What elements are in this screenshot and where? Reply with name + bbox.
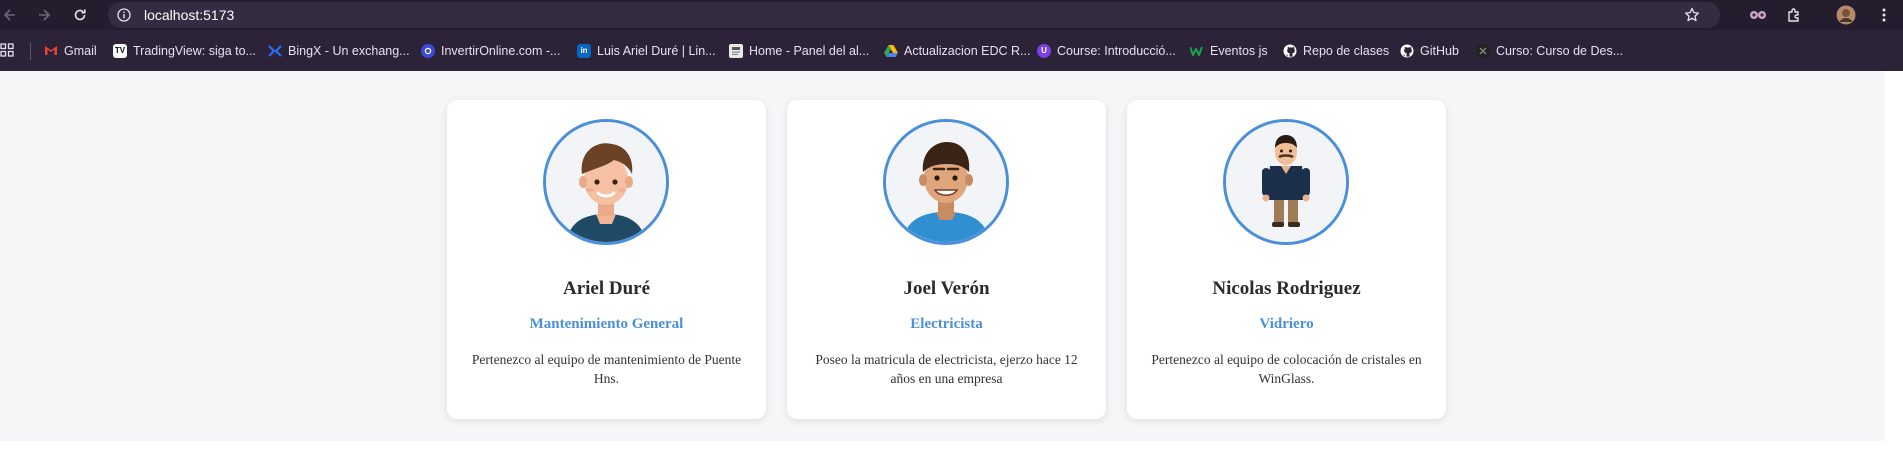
- team-member-role: Vidriero: [1259, 316, 1314, 332]
- bookmark-label: GitHub: [1420, 43, 1459, 58]
- bookmark-bingx[interactable]: BingX - Un exchang...: [268, 30, 410, 71]
- team-card: Nicolas Rodriguez Vidriero Pertenezco al…: [1127, 100, 1446, 419]
- reload-icon[interactable]: [70, 5, 90, 25]
- bookmark-panel[interactable]: Home - Panel del al...: [729, 30, 869, 71]
- bookmarks-bar: Gmail TV TradingView: siga to... BingX -…: [0, 30, 1903, 71]
- bookmark-label: Repo de clases: [1303, 43, 1390, 58]
- github-icon: [1400, 44, 1414, 58]
- team-member-description: Pertenezco al equipo de mantenimiento de…: [471, 352, 742, 386]
- avatar-illustration: [1226, 122, 1346, 242]
- bingx-icon: [268, 44, 282, 58]
- site-info-icon[interactable]: [117, 8, 131, 27]
- course-icon: U: [1037, 43, 1051, 58]
- bookmark-course[interactable]: U Course: Introducció...: [1037, 30, 1176, 71]
- bookmark-repo-de-clases[interactable]: Repo de clases: [1283, 30, 1389, 71]
- bookmark-github[interactable]: GitHub: [1400, 30, 1459, 71]
- extension-icon[interactable]: [1748, 5, 1768, 25]
- bookmark-eventos-js[interactable]: Eventos js: [1190, 30, 1268, 71]
- page-bottom-area: [0, 441, 1903, 475]
- bookmark-invertironline[interactable]: InvertirOnline.com -...: [421, 30, 560, 71]
- panel-icon: [729, 43, 743, 58]
- profile-avatar-icon[interactable]: [1836, 5, 1856, 25]
- page-content: Ariel Duré Mantenimiento General Pertene…: [0, 71, 1885, 441]
- team-member-description: Pertenezco al equipo de colocación de cr…: [1151, 352, 1422, 386]
- apps-grid-icon[interactable]: [0, 43, 14, 62]
- scrollbar-track[interactable]: [1885, 71, 1903, 441]
- bookmark-linkedin[interactable]: in Luis Ariel Duré | Lin...: [577, 30, 716, 71]
- curso-icon: [1476, 43, 1490, 58]
- url-text: localhost:5173: [144, 7, 235, 23]
- team-member-role: Mantenimiento General: [529, 316, 684, 332]
- bookmark-label: Gmail: [64, 43, 97, 58]
- team-member-name: Ariel Duré: [562, 278, 651, 299]
- avatar-illustration: [546, 122, 666, 242]
- bookmark-label: Eventos js: [1210, 43, 1268, 58]
- more-menu-icon[interactable]: [1874, 5, 1894, 25]
- invertironline-icon: [421, 43, 435, 58]
- team-card: Ariel Duré Mantenimiento General Pertene…: [447, 100, 766, 419]
- forward-icon[interactable]: [34, 5, 54, 25]
- bookmark-label: Course: Introducció...: [1057, 43, 1176, 58]
- address-bar[interactable]: localhost:5173: [108, 2, 1720, 28]
- bookmark-gmail[interactable]: Gmail: [44, 30, 97, 71]
- bookmark-tradingview[interactable]: TV TradingView: siga to...: [113, 30, 256, 71]
- github-icon: [1283, 44, 1297, 58]
- extensions-puzzle-icon[interactable]: [1784, 5, 1804, 25]
- eventos-icon: [1190, 44, 1204, 58]
- avatar-illustration: [886, 122, 1006, 242]
- team-member-description: Poseo la matricula de electricista, ejer…: [815, 352, 1078, 386]
- tradingview-icon: TV: [113, 43, 127, 58]
- team-card: Joel Verón Electricista Poseo la matricu…: [787, 100, 1106, 419]
- drive-icon: [884, 44, 898, 58]
- team-member-role: Electricista: [910, 316, 983, 332]
- bookmark-label: Home - Panel del al...: [749, 43, 870, 58]
- bookmark-star-icon[interactable]: [1684, 7, 1700, 28]
- bookmark-label: Curso: Curso de Des...: [1496, 43, 1624, 58]
- bookmark-label: TradingView: siga to...: [133, 43, 256, 58]
- back-icon[interactable]: [0, 5, 20, 25]
- team-member-avatar: [543, 119, 669, 245]
- bookmarks-divider: [30, 42, 31, 60]
- bookmark-label: InvertirOnline.com -...: [441, 43, 561, 58]
- bookmark-label: Luis Ariel Duré | Lin...: [597, 43, 716, 58]
- team-member-avatar: [883, 119, 1009, 245]
- browser-toolbar: localhost:5173: [0, 0, 1903, 30]
- bookmark-curso[interactable]: Curso: Curso de Des...: [1476, 30, 1623, 71]
- bookmark-label: BingX - Un exchang...: [288, 43, 410, 58]
- bookmark-label: Actualizacion EDC R...: [904, 43, 1031, 58]
- bookmark-drive[interactable]: Actualizacion EDC R...: [884, 30, 1030, 71]
- gmail-icon: [44, 44, 58, 58]
- team-member-name: Joel Verón: [903, 278, 990, 299]
- linkedin-icon: in: [577, 43, 591, 58]
- team-member-avatar: [1223, 119, 1349, 245]
- team-member-name: Nicolas Rodriguez: [1212, 278, 1361, 299]
